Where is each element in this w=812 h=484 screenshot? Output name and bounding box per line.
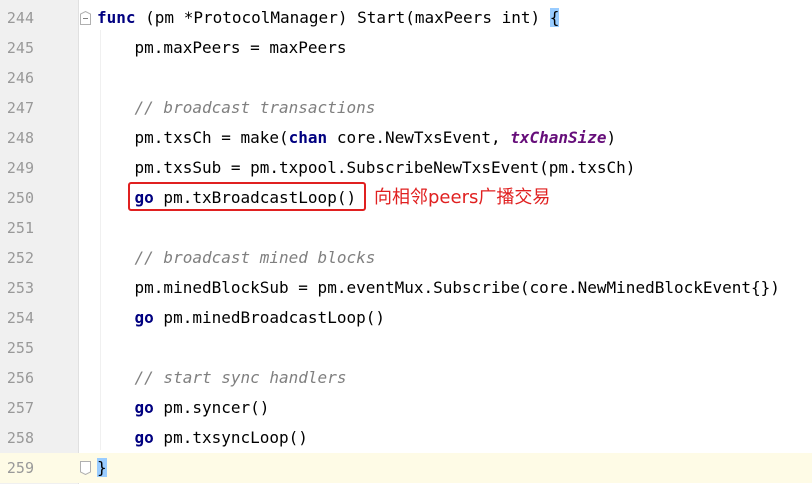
- keyword-go: go: [134, 428, 154, 447]
- keyword-go: go: [134, 308, 154, 327]
- code-editor[interactable]: 244 func (pm *ProtocolManager) Start(max…: [0, 0, 812, 484]
- code-text: go pm.txsyncLoop(): [96, 423, 308, 453]
- code-segment: pm.minedBroadcastLoop(): [153, 308, 385, 327]
- code-line-246[interactable]: 246: [0, 63, 812, 93]
- line-number: 247: [6, 99, 34, 117]
- code-text: func (pm *ProtocolManager) Start(maxPeer…: [97, 3, 560, 33]
- keyword-go: go: [134, 398, 154, 417]
- line-number: 253: [6, 279, 34, 297]
- code-segment: pm.syncer(): [153, 398, 270, 417]
- code-line-255[interactable]: 255: [0, 333, 812, 363]
- code-text: go pm.minedBroadcastLoop(): [96, 303, 385, 333]
- code-line-259[interactable]: 259 }: [0, 453, 812, 483]
- line-number: 246: [6, 69, 34, 87]
- line-number: 257: [6, 399, 34, 417]
- open-brace: {: [549, 8, 560, 27]
- fold-end-icon[interactable]: [80, 461, 91, 475]
- code-line-257[interactable]: 257 go pm.syncer(): [0, 393, 812, 423]
- line-number: 256: [6, 369, 34, 387]
- code-segment: ): [606, 128, 617, 147]
- line-number: 255: [6, 339, 34, 357]
- code-line-248[interactable]: 248 pm.txsCh = make(chan core.NewTxsEven…: [0, 123, 812, 153]
- code-text: pm.txsCh = make(chan core.NewTxsEvent, t…: [96, 123, 617, 153]
- line-number: 250: [6, 189, 34, 207]
- line-number: 258: [6, 429, 34, 447]
- code-line-253[interactable]: 253 pm.minedBlockSub = pm.eventMux.Subsc…: [0, 273, 812, 303]
- line-number: 244: [6, 9, 34, 27]
- line-number: 254: [6, 309, 34, 327]
- code-comment: // start sync handlers: [96, 368, 347, 387]
- code-text: go pm.syncer(): [96, 393, 270, 423]
- annotation-label: 向相邻peers广播交易: [374, 187, 551, 208]
- code-line-256[interactable]: 256 // start sync handlers: [0, 363, 812, 393]
- line-number: 245: [6, 39, 34, 57]
- code-text: pm.minedBlockSub = pm.eventMux.Subscribe…: [96, 278, 780, 297]
- line-number: 249: [6, 159, 34, 177]
- highlight-box: [128, 182, 366, 211]
- line-number: 251: [6, 219, 34, 237]
- func-signature: (pm *ProtocolManager) Start(maxPeers int…: [135, 8, 550, 27]
- param-txchansize: txChanSize: [510, 128, 607, 147]
- code-line-258[interactable]: 258 go pm.txsyncLoop(): [0, 423, 812, 453]
- line-number: 252: [6, 249, 34, 267]
- line-number: 259: [6, 459, 34, 477]
- code-line-249[interactable]: 249 pm.txsSub = pm.txpool.SubscribeNewTx…: [0, 153, 812, 183]
- code-line-245[interactable]: 245 pm.maxPeers = maxPeers: [0, 33, 812, 63]
- code-segment: core.NewTxsEvent,: [327, 128, 511, 147]
- code-text: pm.txsSub = pm.txpool.SubscribeNewTxsEve…: [96, 158, 636, 177]
- keyword-chan: chan: [288, 128, 328, 147]
- code-line-244[interactable]: 244 func (pm *ProtocolManager) Start(max…: [0, 3, 812, 33]
- code-line-254[interactable]: 254 go pm.minedBroadcastLoop(): [0, 303, 812, 333]
- keyword-func: func: [97, 8, 136, 27]
- line-number: 248: [6, 129, 34, 147]
- fold-minus-icon[interactable]: [80, 11, 91, 25]
- code-comment: // broadcast mined blocks: [96, 248, 376, 267]
- code-text: }: [97, 453, 107, 483]
- code-line-251[interactable]: 251: [0, 213, 812, 243]
- close-brace: }: [97, 458, 107, 477]
- code-line-252[interactable]: 252 // broadcast mined blocks: [0, 243, 812, 273]
- code-text: pm.maxPeers = maxPeers: [96, 38, 347, 57]
- code-line-247[interactable]: 247 // broadcast transactions: [0, 93, 812, 123]
- code-comment: // broadcast transactions: [96, 98, 376, 117]
- code-segment: pm.txsyncLoop(): [153, 428, 308, 447]
- code-segment: pm.txsCh = make(: [96, 128, 289, 147]
